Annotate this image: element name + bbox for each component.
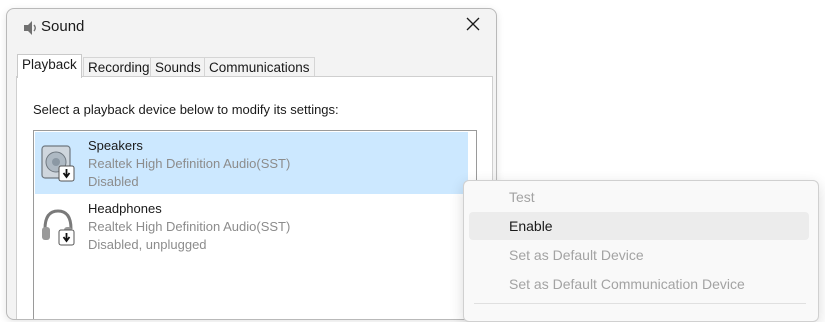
device-list[interactable]: Speakers Realtek High Definition Audio(S… xyxy=(33,130,477,319)
tab-sounds[interactable]: Sounds xyxy=(150,57,206,77)
device-name: Headphones xyxy=(88,201,162,216)
tab-communications[interactable]: Communications xyxy=(204,57,315,77)
context-menu: Test Enable Set as Default Device Set as… xyxy=(463,180,819,322)
window-title: Sound xyxy=(41,18,85,35)
headphones-icon xyxy=(40,205,76,247)
playback-panel: Select a playback device below to modify… xyxy=(16,76,493,319)
menu-item-enable[interactable]: Enable xyxy=(469,212,809,240)
menu-item-test[interactable]: Test xyxy=(469,183,809,211)
close-button[interactable] xyxy=(450,9,496,43)
instruction-text: Select a playback device below to modify… xyxy=(33,102,339,117)
menu-item-set-default-communication-device[interactable]: Set as Default Communication Device xyxy=(469,270,809,298)
device-status: Disabled, unplugged xyxy=(88,237,207,252)
speakers-icon xyxy=(40,142,76,184)
device-item-headphones[interactable]: Headphones Realtek High Definition Audio… xyxy=(35,195,468,257)
device-name: Speakers xyxy=(88,138,143,153)
device-item-speakers[interactable]: Speakers Realtek High Definition Audio(S… xyxy=(35,132,468,194)
sound-dialog: Sound Playback Recording Sounds Communic… xyxy=(6,8,497,320)
speaker-icon xyxy=(21,19,39,37)
menu-separator xyxy=(474,303,806,304)
tab-playback[interactable]: Playback xyxy=(17,54,82,78)
tab-recording[interactable]: Recording xyxy=(83,57,155,77)
device-driver: Realtek High Definition Audio(SST) xyxy=(88,219,291,234)
menu-item-set-default-device[interactable]: Set as Default Device xyxy=(469,241,809,269)
title-bar[interactable]: Sound xyxy=(7,9,496,45)
device-status: Disabled xyxy=(88,174,139,189)
device-driver: Realtek High Definition Audio(SST) xyxy=(88,156,291,171)
close-icon xyxy=(466,17,480,36)
